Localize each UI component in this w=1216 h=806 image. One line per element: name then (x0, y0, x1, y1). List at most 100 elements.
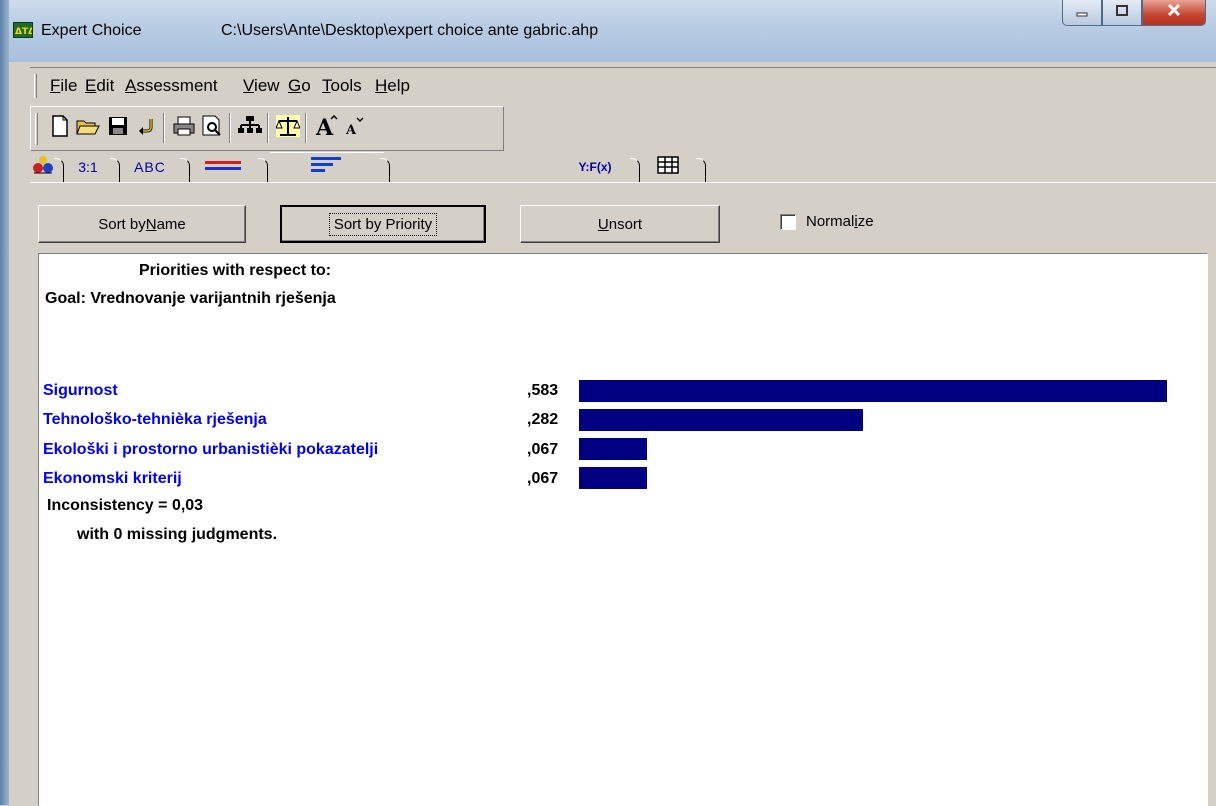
toolbar-separator (305, 113, 307, 143)
menu-view-accel: V (243, 76, 255, 95)
title-bar[interactable]: ΔTΔ Expert Choice C:\Users\Ante\Desktop\… (9, 0, 1216, 62)
toolbar-separator (267, 113, 269, 143)
normalize-label: Normal (806, 213, 855, 230)
hierarchy-icon (238, 115, 262, 142)
close-icon (1166, 3, 1182, 22)
print-preview-button[interactable] (199, 115, 225, 141)
close-button[interactable] (1142, 0, 1206, 26)
inconsistency-ratio: Inconsistency = 0,03 (47, 497, 204, 514)
tab-divider (380, 158, 390, 182)
report-heading: Priorities with respect to: (139, 262, 332, 279)
priorities-report: Priorities with respect to: Goal: Vredno… (38, 253, 1208, 806)
save-button[interactable] (105, 115, 131, 141)
toolbar: A A (30, 106, 504, 151)
menu-help-accel: H (375, 76, 388, 95)
menu-file-accel: F (50, 76, 61, 95)
tab-verbal-label: ABC (134, 159, 166, 175)
save-icon (108, 116, 128, 141)
assessment-button[interactable] (275, 114, 301, 142)
open-button[interactable] (75, 115, 101, 141)
data-grid-icon (657, 155, 679, 179)
menu-help-label: elp (387, 76, 410, 95)
hierarchy-button[interactable] (237, 115, 263, 141)
print-button[interactable] (171, 115, 197, 141)
menu-file-label: ile (60, 76, 78, 95)
criterion-priority-bar (579, 438, 647, 460)
tab-formula-label: Y:F(x) (578, 160, 612, 174)
menu-help[interactable]: Help (375, 76, 410, 96)
criterion-priority-value: ,282 (527, 411, 559, 428)
new-file-button[interactable] (47, 114, 73, 141)
view-tab-strip: 3:1 ABC Y:F(x) (30, 152, 1216, 182)
menu-grip (34, 74, 37, 98)
sort-by-name-label-rest: ame (156, 215, 186, 233)
criterion-priority-value: ,067 (527, 441, 559, 458)
print-icon (173, 116, 195, 141)
expert-choice-window: ΔTΔ Expert Choice C:\Users\Ante\Desktop\… (0, 0, 1216, 806)
tab-data-grid[interactable] (642, 152, 694, 182)
menu-go-label: o (301, 76, 311, 95)
normalize-checkbox[interactable]: Normal i ze (780, 213, 874, 230)
svg-text:ΔTΔ: ΔTΔ (15, 27, 32, 37)
tab-verbal[interactable]: ABC (122, 152, 178, 182)
tab-divider (110, 158, 120, 182)
menu-go[interactable]: Go (288, 76, 311, 96)
tab-divider (180, 158, 190, 182)
tab-formula[interactable]: Y:F(x) (550, 152, 640, 182)
menu-view[interactable]: View (243, 76, 280, 96)
app-logo-icon: ΔTΔ (13, 22, 33, 38)
maximize-icon (1115, 4, 1129, 22)
toolbar-separator (163, 113, 165, 143)
assessment-scale-icon (275, 114, 301, 142)
undo-icon (136, 116, 156, 141)
minimize-icon (1075, 4, 1089, 22)
window-app-title: Expert Choice (41, 22, 142, 39)
menu-assessment[interactable]: Assessment (125, 76, 218, 96)
sort-by-name-accel: N (145, 215, 157, 233)
model-view-icon (32, 155, 54, 180)
tab-graphical[interactable] (190, 152, 256, 182)
window-left-edge (0, 0, 9, 805)
menu-tools-label: ools (330, 76, 362, 95)
menu-tools[interactable]: Tools (322, 76, 362, 96)
normalize-checkbox-box[interactable] (780, 213, 796, 230)
criterion-name: Tehnološko-tehnièka rješenja (43, 411, 267, 428)
priorities-panel: Sort by Name Sort by Priority Unsort Nor… (30, 182, 1216, 806)
sort-by-priority-label: Sort by Priority (328, 212, 438, 236)
font-smaller-button[interactable]: A (341, 115, 367, 141)
svg-text:A: A (345, 123, 357, 137)
tab-divider (630, 158, 640, 182)
tab-model[interactable] (30, 152, 56, 182)
missing-judgments-note: with 0 missing judgments. (77, 526, 278, 543)
sort-by-name-button[interactable]: Sort by Name (38, 205, 246, 243)
font-larger-icon: A (314, 114, 338, 142)
tab-priorities[interactable] (270, 152, 384, 182)
menu-file[interactable]: File (50, 76, 77, 96)
criterion-name: Sigurnost (43, 382, 118, 399)
graphical-bars-icon (205, 158, 241, 177)
undo-button[interactable] (133, 115, 159, 141)
criterion-name: Ekološki i prostorno urbanistièki pokaza… (43, 441, 379, 458)
tab-pairwise[interactable]: 3:1 (66, 152, 110, 182)
font-smaller-icon: A (342, 115, 366, 142)
menu-tools-accel: T (322, 76, 331, 95)
menu-edit[interactable]: Edit (85, 76, 114, 96)
window-controls (1062, 0, 1206, 26)
sort-by-priority-button[interactable]: Sort by Priority (280, 205, 486, 243)
unsort-label: nsort (608, 215, 643, 233)
minimize-button[interactable] (1062, 0, 1102, 26)
tab-pairwise-label: 3:1 (78, 159, 98, 175)
maximize-button[interactable] (1102, 0, 1142, 26)
tab-divider (258, 158, 268, 182)
tab-divider (696, 158, 706, 182)
window-file-path: C:\Users\Ante\Desktop\expert choice ante… (221, 22, 599, 39)
criterion-priority-bar (579, 380, 1167, 402)
menu-edit-accel: E (85, 76, 97, 95)
menu-edit-label: dit (96, 76, 115, 95)
print-preview-icon (201, 115, 223, 142)
font-larger-button[interactable]: A (313, 114, 339, 142)
criterion-name: Ekonomski kriterij (43, 470, 182, 487)
unsort-button[interactable]: Unsort (520, 205, 720, 243)
sort-by-name-label: Sort by (98, 215, 146, 233)
open-folder-icon (76, 116, 100, 141)
